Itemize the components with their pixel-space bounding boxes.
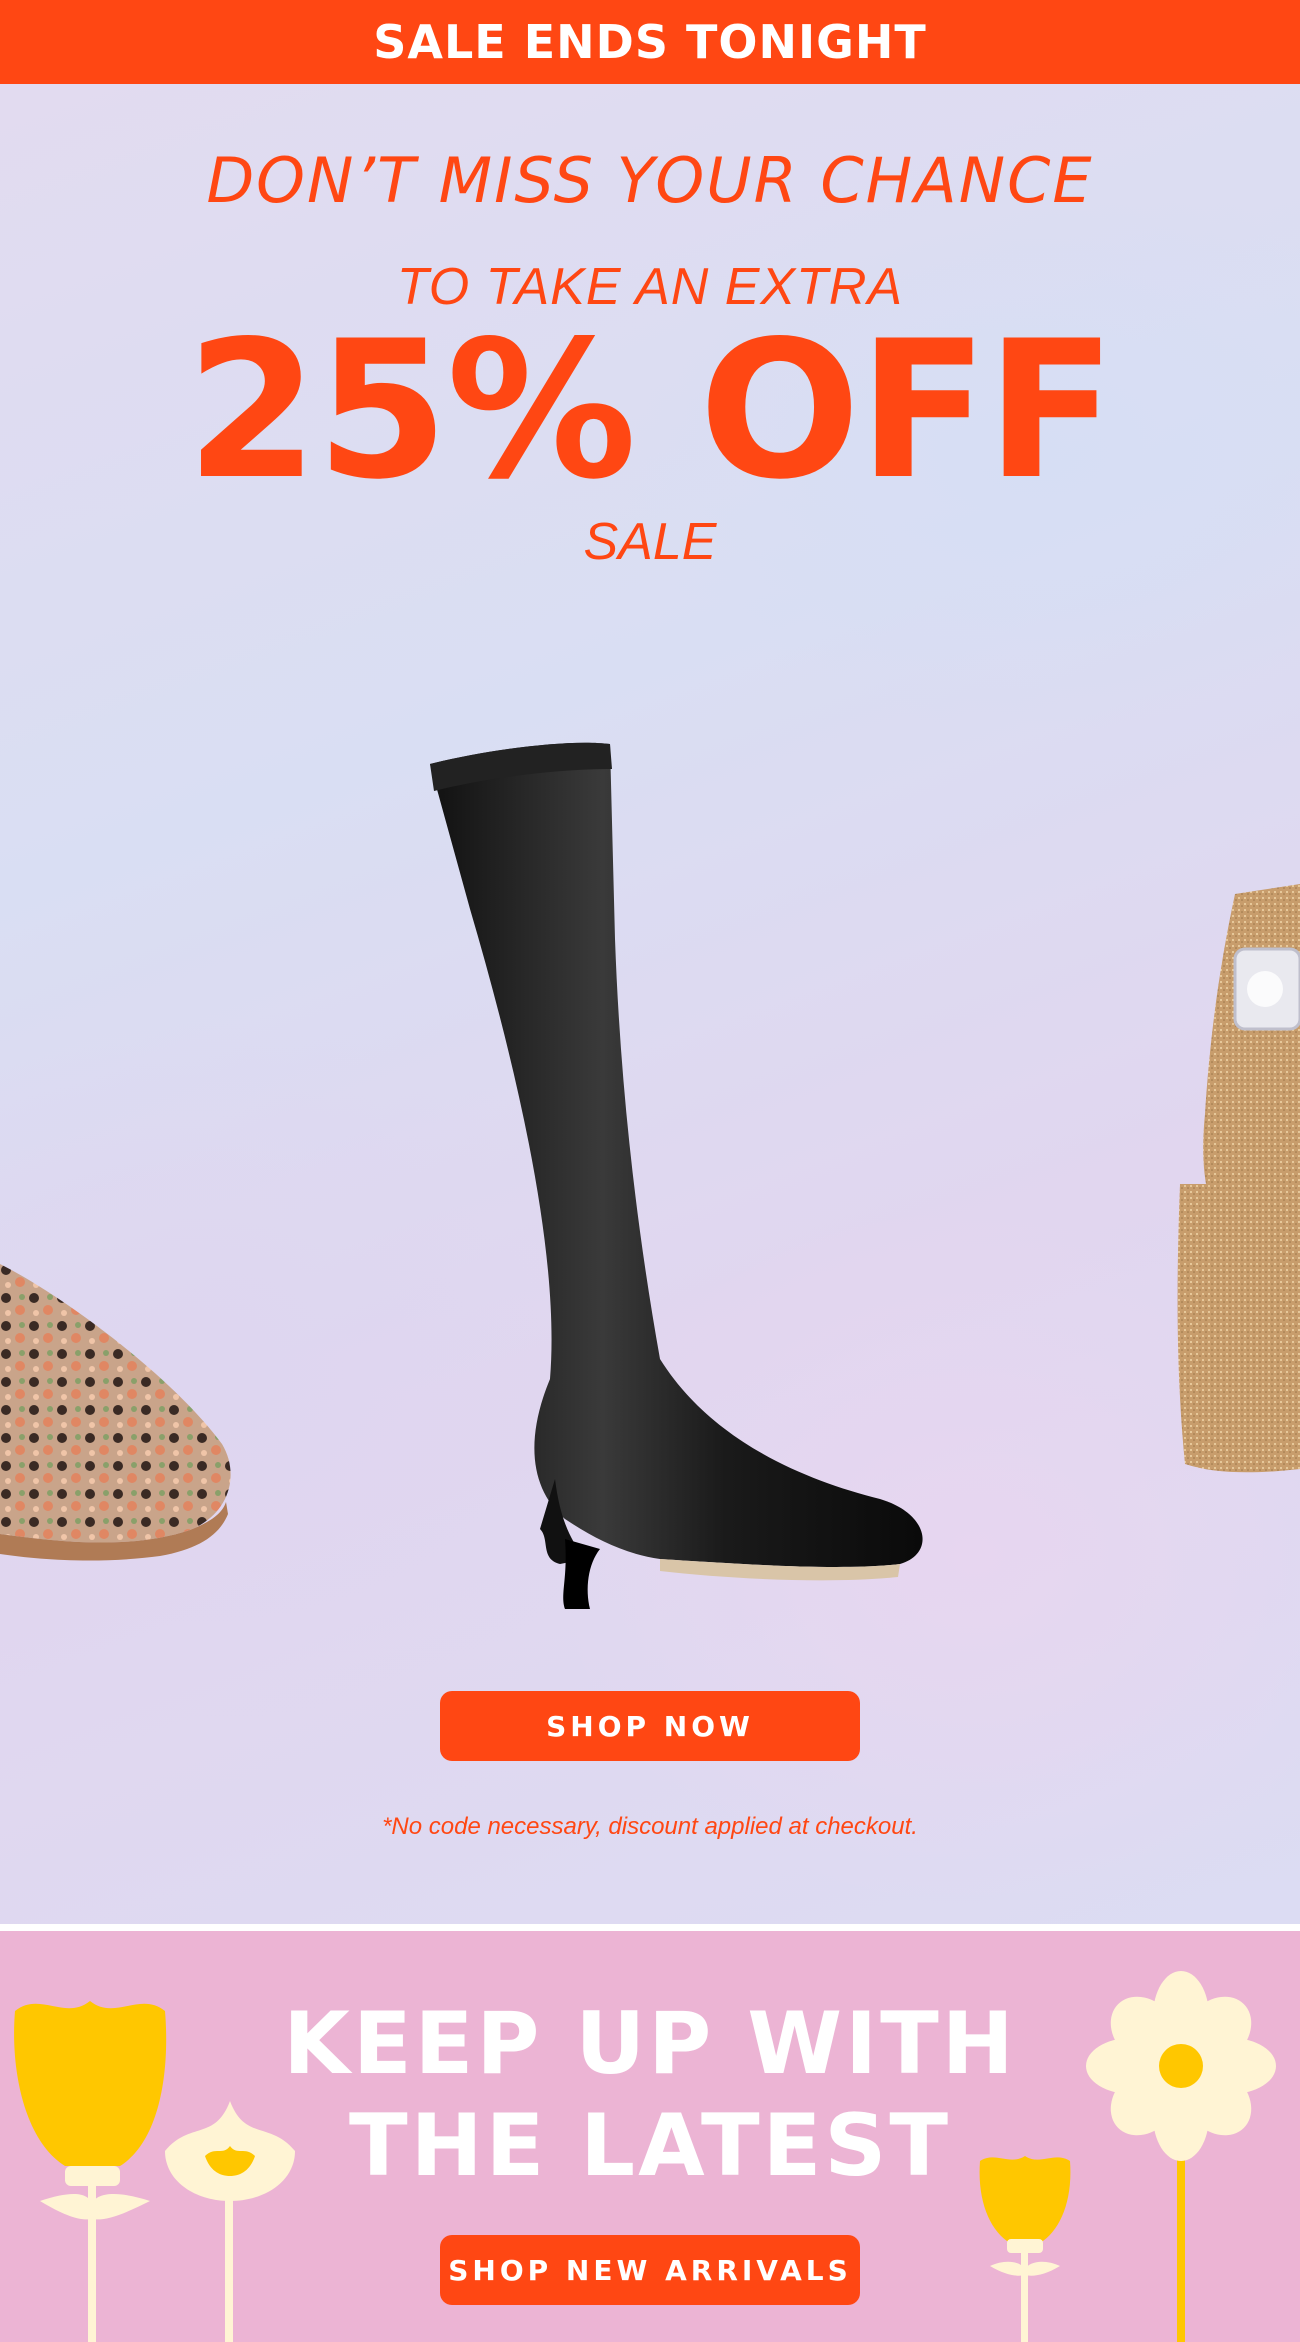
shop-new-arrivals-button[interactable]: SHOP NEW ARRIVALS	[440, 2235, 860, 2305]
category-text: SALE	[583, 513, 717, 571]
sale-banner[interactable]: SALE ENDS TONIGHT	[0, 0, 1300, 84]
shop-now-label: SHOP NOW	[546, 1709, 754, 1743]
offer-text: 25% OFF	[185, 300, 1116, 521]
hero-headline: DON’T MISS YOUR CHANCE	[206, 144, 1094, 217]
sale-banner-text: SALE ENDS TONIGHT	[373, 15, 927, 69]
shop-now-button[interactable]: SHOP NOW	[440, 1691, 860, 1761]
latest-heading-line1: KEEP UP WITH	[283, 1994, 1017, 2094]
black-boot-image[interactable]	[410, 659, 950, 1629]
glitter-heel-image[interactable]	[1165, 884, 1300, 1524]
shop-new-arrivals-label: SHOP NEW ARRIVALS	[448, 2253, 852, 2287]
hero-section: DON’T MISS YOUR CHANCE TO TAKE AN EXTRA …	[0, 84, 1300, 1924]
email-page: SALE ENDS TONIGHT DON’T MISS YOUR CHANCE…	[0, 0, 1300, 2342]
latest-heading-line2: THE LATEST	[348, 2096, 952, 2196]
new-arrivals-section: KEEP UP WITH THE LATEST SHOP NEW ARRIVAL…	[0, 1931, 1300, 2342]
disclaimer-text: *No code necessary, discount applied at …	[382, 1813, 918, 1840]
patterned-shoe-image[interactable]	[0, 1264, 240, 1644]
